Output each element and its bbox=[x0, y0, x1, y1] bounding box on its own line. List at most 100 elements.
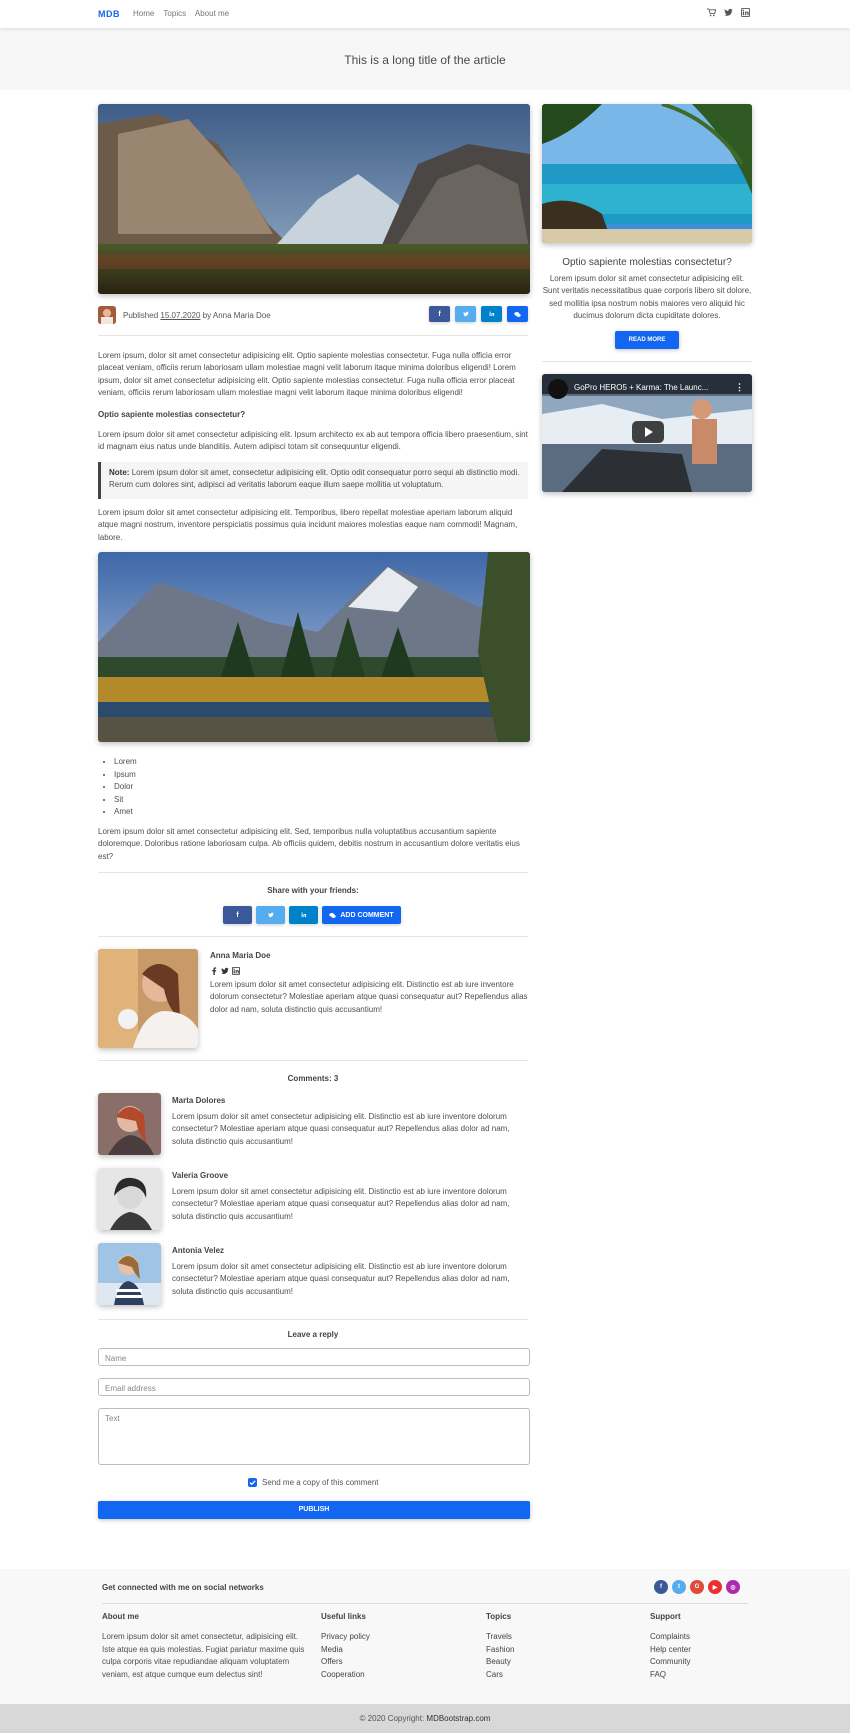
article-title: This is a long title of the article bbox=[344, 53, 506, 67]
sidebar-video[interactable]: GoPro HERO5 + Karma: The Launc... ⋮ bbox=[542, 374, 752, 492]
share-linkedin-button[interactable] bbox=[481, 306, 502, 322]
author-social-icons bbox=[210, 967, 240, 975]
footer-link[interactable]: Community bbox=[650, 1656, 691, 1669]
nav-links: Home Topics About me bbox=[133, 9, 236, 18]
share-facebook-button[interactable]: f bbox=[429, 306, 450, 322]
copyright-link[interactable]: MDBootstrap.com bbox=[426, 1714, 490, 1723]
copy-checkbox-label[interactable]: Send me a copy of this comment bbox=[262, 1478, 379, 1487]
sidebar-title: Optio sapiente molestias consectetur? bbox=[562, 257, 732, 268]
google-icon[interactable]: G bbox=[690, 1580, 704, 1594]
comments-icon bbox=[514, 311, 521, 317]
published-date[interactable]: 15.07.2020 bbox=[160, 311, 200, 320]
footer-social-icons: f t G ▶ ◎ bbox=[654, 1580, 740, 1594]
share-buttons-bottom: f ADD COMMENT bbox=[223, 906, 401, 924]
twitter-icon[interactable] bbox=[221, 967, 229, 975]
share-comments-button[interactable] bbox=[507, 306, 528, 322]
footer-about-text: Lorem ipsum dolor sit amet consectetur, … bbox=[102, 1632, 305, 1679]
share-twitter-button[interactable] bbox=[455, 306, 476, 322]
twitter-icon[interactable] bbox=[724, 8, 733, 17]
footer-link[interactable]: Fashion bbox=[486, 1644, 514, 1657]
brand-logo[interactable]: MDB bbox=[98, 9, 120, 19]
facebook-icon[interactable]: f bbox=[654, 1580, 668, 1594]
sidebar-text: Lorem ipsum dolor sit amet consectetur a… bbox=[542, 274, 752, 321]
divider bbox=[98, 1060, 528, 1061]
article-meta: Published 15.07.2020 by Anna Maria Doe f bbox=[98, 304, 528, 324]
linkedin-icon[interactable] bbox=[741, 8, 750, 17]
facebook-icon: f bbox=[236, 911, 239, 919]
text-placeholder: Text bbox=[105, 1414, 120, 1423]
nav-link-topics[interactable]: Topics bbox=[163, 9, 186, 18]
nav-link-about[interactable]: About me bbox=[195, 9, 229, 18]
article-image-mountains bbox=[98, 552, 530, 742]
linkedin-icon bbox=[300, 912, 306, 918]
article-paragraph-3: Lorem ipsum dolor sit amet consectetur a… bbox=[98, 508, 518, 542]
instagram-icon[interactable]: ◎ bbox=[726, 1580, 740, 1594]
video-title[interactable]: GoPro HERO5 + Karma: The Launc... bbox=[574, 383, 708, 392]
footer-link[interactable]: Cooperation bbox=[321, 1669, 370, 1682]
channel-avatar[interactable] bbox=[548, 379, 568, 399]
article-subheading: Optio sapiente molestias consectetur? bbox=[98, 410, 246, 419]
email-input[interactable]: Email address bbox=[98, 1378, 530, 1396]
published-info: Published 15.07.2020 by Anna Maria Doe bbox=[123, 311, 271, 320]
divider bbox=[98, 936, 528, 937]
author-avatar[interactable] bbox=[98, 306, 116, 324]
divider bbox=[542, 361, 752, 362]
footer-link[interactable]: Privacy policy bbox=[321, 1631, 370, 1644]
footer-link[interactable]: Cars bbox=[486, 1669, 514, 1682]
share-linkedin-button[interactable] bbox=[289, 906, 318, 924]
article-paragraph-4: Lorem ipsum dolor sit amet consectetur a… bbox=[98, 827, 520, 861]
name-input[interactable]: Name bbox=[98, 1348, 530, 1366]
comment-author: Marta Dolores bbox=[172, 1096, 226, 1105]
linkedin-icon[interactable] bbox=[232, 967, 240, 975]
comments-title: Comments: 3 bbox=[287, 1074, 339, 1083]
footer-about-column: About me Lorem ipsum dolor sit amet cons… bbox=[102, 1612, 310, 1681]
note-label: Note: bbox=[109, 468, 130, 477]
share-facebook-button[interactable]: f bbox=[223, 906, 252, 924]
twitter-icon[interactable]: t bbox=[672, 1580, 686, 1594]
hero-banner: This is a long title of the article bbox=[0, 28, 850, 90]
published-author[interactable]: Anna Maria Doe bbox=[213, 311, 271, 320]
add-comment-label: ADD COMMENT bbox=[340, 911, 394, 919]
name-placeholder: Name bbox=[105, 1354, 127, 1363]
footer-about-title: About me bbox=[102, 1612, 139, 1621]
divider bbox=[102, 1603, 748, 1604]
footer-link[interactable]: Help center bbox=[650, 1644, 691, 1657]
list-item: Amet bbox=[114, 806, 137, 819]
footer-link[interactable]: Travels bbox=[486, 1631, 514, 1644]
author-photo bbox=[98, 949, 198, 1048]
footer-link[interactable]: Complaints bbox=[650, 1631, 691, 1644]
facebook-icon[interactable] bbox=[210, 967, 218, 975]
share-title: Share with your friends: bbox=[267, 886, 359, 895]
list-item: Lorem bbox=[114, 756, 137, 769]
share-twitter-button[interactable] bbox=[256, 906, 285, 924]
youtube-icon[interactable]: ▶ bbox=[708, 1580, 722, 1594]
publish-button[interactable]: PUBLISH bbox=[98, 1501, 530, 1519]
cart-icon[interactable] bbox=[707, 8, 716, 17]
comment-author: Valeria Groove bbox=[172, 1171, 229, 1180]
read-more-button[interactable]: READ MORE bbox=[615, 331, 679, 349]
copy-checkbox[interactable] bbox=[248, 1478, 257, 1487]
footer-useful-title: Useful links bbox=[321, 1612, 366, 1621]
play-button[interactable] bbox=[632, 421, 664, 443]
nav-link-home[interactable]: Home bbox=[133, 9, 154, 18]
twitter-icon bbox=[267, 912, 274, 918]
list-item: Ipsum bbox=[114, 769, 137, 782]
commenter-avatar bbox=[98, 1168, 161, 1230]
more-options-icon[interactable]: ⋮ bbox=[735, 382, 744, 393]
email-placeholder: Email address bbox=[105, 1384, 156, 1393]
author-name: Anna Maria Doe bbox=[210, 951, 271, 960]
footer-support-title: Support bbox=[650, 1612, 681, 1621]
footer-link[interactable]: Offers bbox=[321, 1656, 370, 1669]
comment-text: Lorem ipsum dolor sit amet consectetur a… bbox=[172, 1112, 510, 1146]
footer-link[interactable]: Beauty bbox=[486, 1656, 514, 1669]
copyright-bar: © 2020 Copyright: MDBootstrap.com bbox=[0, 1704, 850, 1733]
footer-link[interactable]: FAQ bbox=[650, 1669, 691, 1682]
facebook-icon: f bbox=[438, 310, 441, 318]
add-comment-button[interactable]: ADD COMMENT bbox=[322, 906, 401, 924]
divider bbox=[98, 1319, 528, 1320]
text-textarea[interactable]: Text bbox=[98, 1408, 530, 1465]
footer-link[interactable]: Media bbox=[321, 1644, 370, 1657]
list-item: Sit bbox=[114, 794, 137, 807]
divider bbox=[98, 872, 528, 873]
published-prefix: Published bbox=[123, 311, 159, 320]
